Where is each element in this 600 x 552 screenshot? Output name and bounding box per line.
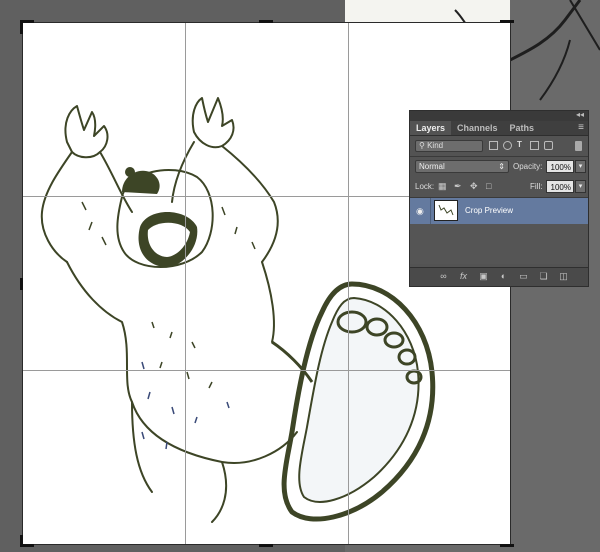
lock-label: Lock: — [415, 182, 435, 191]
lock-all-icon[interactable]: □ — [486, 182, 495, 191]
layer-thumbnail — [434, 200, 458, 221]
layers-list-empty — [410, 224, 588, 264]
crop-handle-top[interactable] — [259, 20, 273, 23]
filter-pixel-icon[interactable] — [489, 141, 498, 150]
tab-layers[interactable]: Layers — [410, 121, 452, 135]
fill-dropdown[interactable]: ▾ — [575, 180, 586, 193]
link-icon[interactable]: ∞ — [438, 271, 449, 282]
fill-label: Fill: — [530, 182, 543, 191]
crop-handle-bottom-left[interactable] — [20, 544, 34, 547]
trash-icon[interactable]: ◫ — [558, 271, 569, 282]
search-icon: ⚲ — [419, 141, 425, 150]
lock-brush-icon[interactable]: ✒ — [454, 182, 463, 191]
layers-panel: ◂◂ Layers Channels Paths ≡ ⚲ Kind T Norm… — [409, 110, 589, 287]
panel-tabs: Layers Channels Paths ≡ — [410, 121, 588, 136]
thumbnail-drawing — [438, 204, 454, 216]
panel-menu-icon[interactable]: ≡ — [578, 122, 584, 133]
crop-grid-line — [185, 22, 186, 545]
layer-name[interactable]: Crop Preview — [465, 206, 513, 215]
crop-handle-top-right[interactable] — [500, 20, 514, 23]
filter-toggle[interactable] — [575, 141, 582, 151]
filter-kind-select[interactable]: ⚲ Kind — [415, 140, 483, 152]
crop-grid-line — [22, 370, 511, 371]
tab-paths[interactable]: Paths — [504, 121, 541, 135]
fill-field[interactable]: 100% — [546, 180, 574, 193]
visibility-eye-icon[interactable]: ◉ — [416, 206, 424, 217]
mask-icon[interactable]: ▣ — [478, 271, 489, 282]
filter-type-icon[interactable]: T — [517, 140, 522, 149]
layer-row[interactable]: ◉ Crop Preview — [410, 198, 588, 224]
opacity-field[interactable]: 100% — [546, 160, 574, 173]
opacity-dropdown[interactable]: ▾ — [575, 160, 586, 173]
filter-row: ⚲ Kind T — [410, 136, 588, 156]
filter-kind-label: Kind — [427, 141, 444, 150]
chevron-down-icon: ⇕ — [498, 162, 505, 171]
fx-icon[interactable]: fx — [458, 271, 469, 282]
lock-row: Lock: ▦ ✒ ✥ □ Fill: 100% ▾ — [410, 177, 588, 197]
panel-title-bar[interactable]: ◂◂ — [410, 110, 588, 121]
tab-channels[interactable]: Channels — [451, 121, 504, 135]
crop-handle-left[interactable] — [20, 278, 23, 290]
crop-grid-line — [348, 22, 349, 545]
lock-move-icon[interactable]: ✥ — [470, 182, 479, 191]
crop-handle-bottom-right[interactable] — [500, 544, 514, 547]
panel-footer: ∞ fx ▣ ◐ ▭ ❏ ◫ — [410, 267, 588, 286]
filter-shape-icon[interactable] — [530, 141, 539, 150]
crop-handle-top-left[interactable] — [20, 20, 23, 34]
blend-mode-value: Normal — [419, 162, 445, 171]
blend-row: Normal ⇕ Opacity: 100% ▾ — [410, 157, 588, 177]
collapse-icon[interactable]: ◂◂ — [576, 110, 584, 119]
filter-smart-object-icon[interactable] — [544, 141, 553, 150]
adjustment-icon[interactable]: ◐ — [498, 271, 509, 282]
blend-mode-select[interactable]: Normal ⇕ — [415, 160, 509, 173]
lock-transparent-icon[interactable]: ▦ — [438, 182, 447, 191]
filter-adjustment-icon[interactable] — [503, 141, 512, 150]
background-sketch-right — [510, 0, 600, 101]
crop-handle-bottom[interactable] — [259, 544, 273, 547]
new-layer-icon[interactable]: ❏ — [538, 271, 549, 282]
opacity-label: Opacity: — [513, 162, 543, 171]
folder-icon[interactable]: ▭ — [518, 271, 529, 282]
